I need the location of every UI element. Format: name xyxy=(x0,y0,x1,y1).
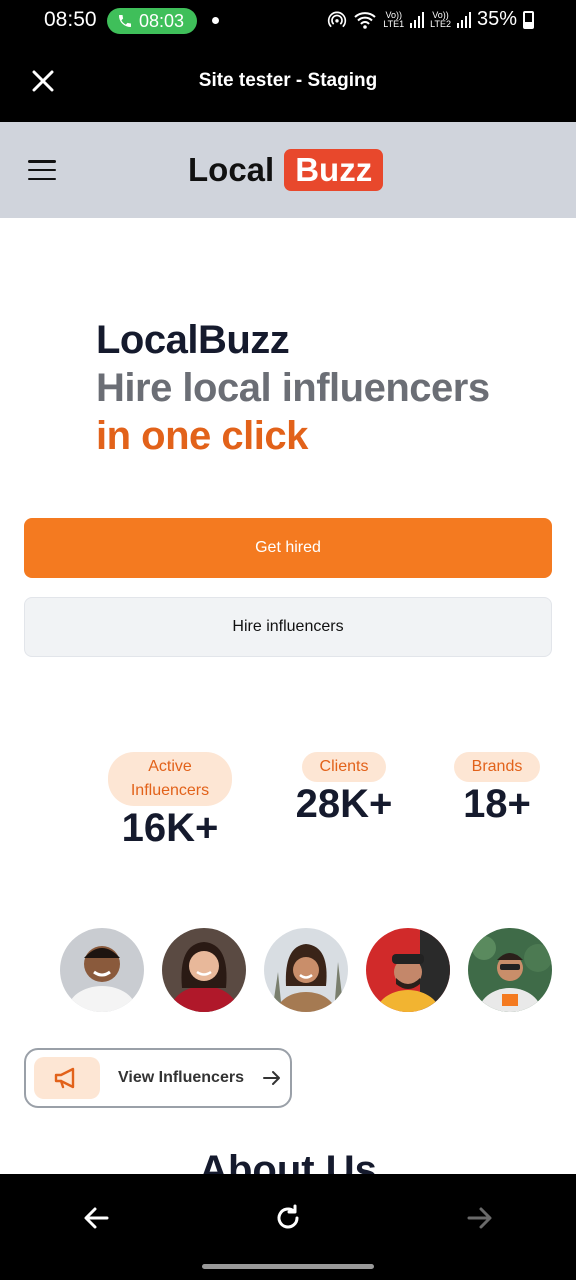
view-influencers-label: View Influencers xyxy=(118,1069,244,1086)
site-logo[interactable]: Local Buzz xyxy=(188,149,384,191)
hero-line-brand: LocalBuzz xyxy=(96,318,290,362)
phone-icon xyxy=(119,15,131,27)
stat-label: Clients xyxy=(301,752,387,782)
battery-percent: 35% xyxy=(476,8,517,30)
stat-value: 18+ xyxy=(463,782,531,826)
site-header: Local Buzz xyxy=(0,122,576,218)
hire-influencers-button[interactable]: Hire influencers xyxy=(24,597,552,657)
battery-icon xyxy=(523,10,534,29)
stat-label: Active Influencers xyxy=(108,752,232,806)
bottom-nav xyxy=(0,1174,576,1280)
status-time: 08:50 xyxy=(44,8,97,31)
signal-sim1-icon xyxy=(410,11,425,28)
signal-sim2-label: Vo)) LTE2 xyxy=(430,9,451,29)
app-bar: Site tester - Staging xyxy=(0,42,576,122)
view-influencers-button[interactable]: View Influencers xyxy=(24,1048,292,1108)
app-title: Site tester - Staging xyxy=(198,70,378,91)
stat-value: 28K+ xyxy=(295,782,393,826)
call-indicator[interactable]: 08:03 xyxy=(107,8,197,34)
arrow-right-icon xyxy=(262,1069,282,1087)
notification-dot xyxy=(212,17,219,24)
stat-label: Brands xyxy=(453,752,541,782)
hamburger-icon[interactable] xyxy=(28,160,56,180)
avatar[interactable] xyxy=(162,928,246,1012)
get-hired-button[interactable]: Get hired xyxy=(24,518,552,578)
status-bar: 08:50 08:03 Vo)) LTE1 Vo)) LTE2 35% xyxy=(0,0,576,42)
reload-icon[interactable] xyxy=(268,1198,308,1238)
logo-text-buzz: Buzz xyxy=(284,149,384,191)
avatar[interactable] xyxy=(366,928,450,1012)
avatar[interactable] xyxy=(468,928,552,1012)
hotspot-icon xyxy=(328,11,347,27)
call-timer: 08:03 xyxy=(139,10,185,31)
stat-clients: Clients 28K+ xyxy=(284,752,404,826)
forward-arrow-icon[interactable] xyxy=(460,1198,500,1238)
stat-brands: Brands 18+ xyxy=(442,752,552,826)
signal-sim2-icon xyxy=(456,11,471,28)
status-icons: Vo)) LTE1 Vo)) LTE2 35% xyxy=(327,8,534,31)
influencer-avatars xyxy=(60,928,552,1012)
back-arrow-icon[interactable] xyxy=(76,1198,116,1238)
home-indicator[interactable] xyxy=(202,1264,374,1269)
logo-text-local: Local xyxy=(188,151,275,188)
hero-heading: LocalBuzz Hire local influencers in one … xyxy=(96,316,490,460)
page-content: LocalBuzz Hire local influencers in one … xyxy=(0,218,576,1174)
signal-sim1-label: Vo)) LTE1 xyxy=(383,9,405,29)
hero-line-highlight: in one click xyxy=(96,414,308,458)
avatar[interactable] xyxy=(60,928,144,1012)
hero-line-tagline: Hire local influencers xyxy=(96,366,490,410)
stat-value: 16K+ xyxy=(121,806,219,850)
avatar[interactable] xyxy=(264,928,348,1012)
wifi-icon xyxy=(354,11,376,29)
about-heading: About Us xyxy=(199,1148,377,1174)
megaphone-icon xyxy=(34,1057,100,1099)
stat-active-influencers: Active Influencers 16K+ xyxy=(108,752,232,850)
